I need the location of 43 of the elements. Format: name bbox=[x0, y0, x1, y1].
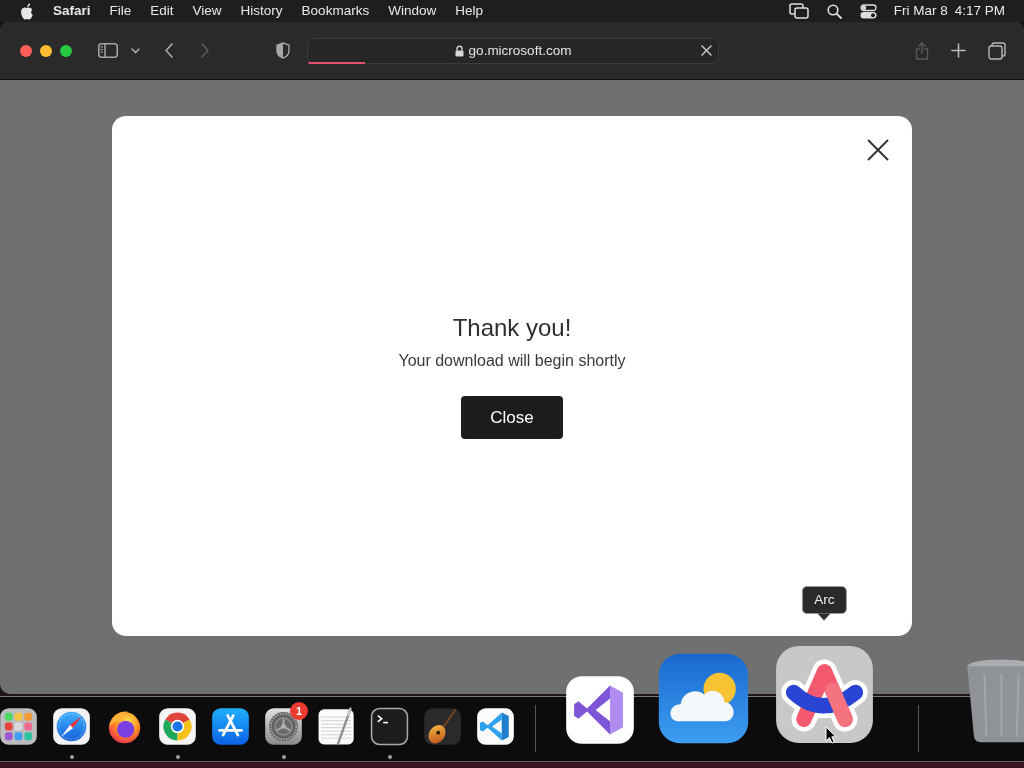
notepad-pen-icon[interactable] bbox=[317, 707, 356, 746]
folded-ribbon-icon[interactable] bbox=[563, 674, 636, 746]
mouse-pointer-icon bbox=[824, 726, 837, 744]
address-field[interactable]: go.microsoft.com bbox=[307, 37, 719, 64]
sidebar-icon[interactable] bbox=[98, 43, 118, 58]
ring-logo-icon[interactable] bbox=[158, 707, 197, 746]
app-menu[interactable]: Safari bbox=[53, 3, 91, 19]
dialog-title: Thank you! bbox=[452, 313, 572, 343]
search-icon[interactable] bbox=[826, 3, 842, 19]
menu-item[interactable]: Window bbox=[388, 3, 437, 19]
window-minimize-button[interactable] bbox=[40, 44, 52, 57]
clear-icon[interactable] bbox=[701, 45, 712, 56]
dialog-message: Your download will begin shortly bbox=[398, 351, 626, 371]
menu-item[interactable]: Edit bbox=[150, 3, 174, 19]
screen-mirroring-icon[interactable] bbox=[788, 3, 809, 19]
ribbon-logo-icon[interactable] bbox=[476, 707, 515, 746]
toggle-switches-icon[interactable] bbox=[859, 3, 877, 19]
close-button[interactable]: Close bbox=[461, 396, 563, 439]
chevron-down-icon[interactable] bbox=[131, 47, 140, 54]
apple-icon[interactable] bbox=[20, 2, 34, 20]
app-grid-icon[interactable] bbox=[0, 707, 38, 746]
menu-bar-date[interactable]: Fri Mar 8 bbox=[893, 3, 948, 19]
menu-item[interactable]: File bbox=[109, 3, 132, 19]
back-icon[interactable] bbox=[165, 43, 173, 58]
tooltip-pointer-icon bbox=[817, 613, 832, 621]
gear-icon[interactable] bbox=[264, 707, 303, 746]
tabs-overview-icon[interactable] bbox=[988, 41, 1006, 60]
compass-icon[interactable] bbox=[52, 707, 91, 746]
menu-bar-time[interactable]: 4:17 PM bbox=[954, 3, 1005, 19]
menu-item[interactable]: History bbox=[240, 3, 283, 19]
menu-item[interactable]: Bookmarks bbox=[301, 3, 370, 19]
window-zoom-button[interactable] bbox=[60, 44, 72, 57]
terminal-icon[interactable] bbox=[370, 707, 409, 746]
menu-item[interactable]: Help bbox=[455, 3, 483, 19]
plus-icon[interactable] bbox=[951, 43, 966, 58]
close-icon[interactable] bbox=[867, 139, 889, 161]
window-close-button[interactable] bbox=[20, 44, 32, 57]
shield-icon[interactable] bbox=[276, 42, 290, 59]
guitar-icon[interactable] bbox=[423, 707, 462, 746]
app-store-icon[interactable] bbox=[211, 707, 250, 746]
lock-icon bbox=[454, 44, 464, 57]
url-text: go.microsoft.com bbox=[468, 42, 572, 59]
menu-item[interactable]: View bbox=[192, 3, 222, 19]
